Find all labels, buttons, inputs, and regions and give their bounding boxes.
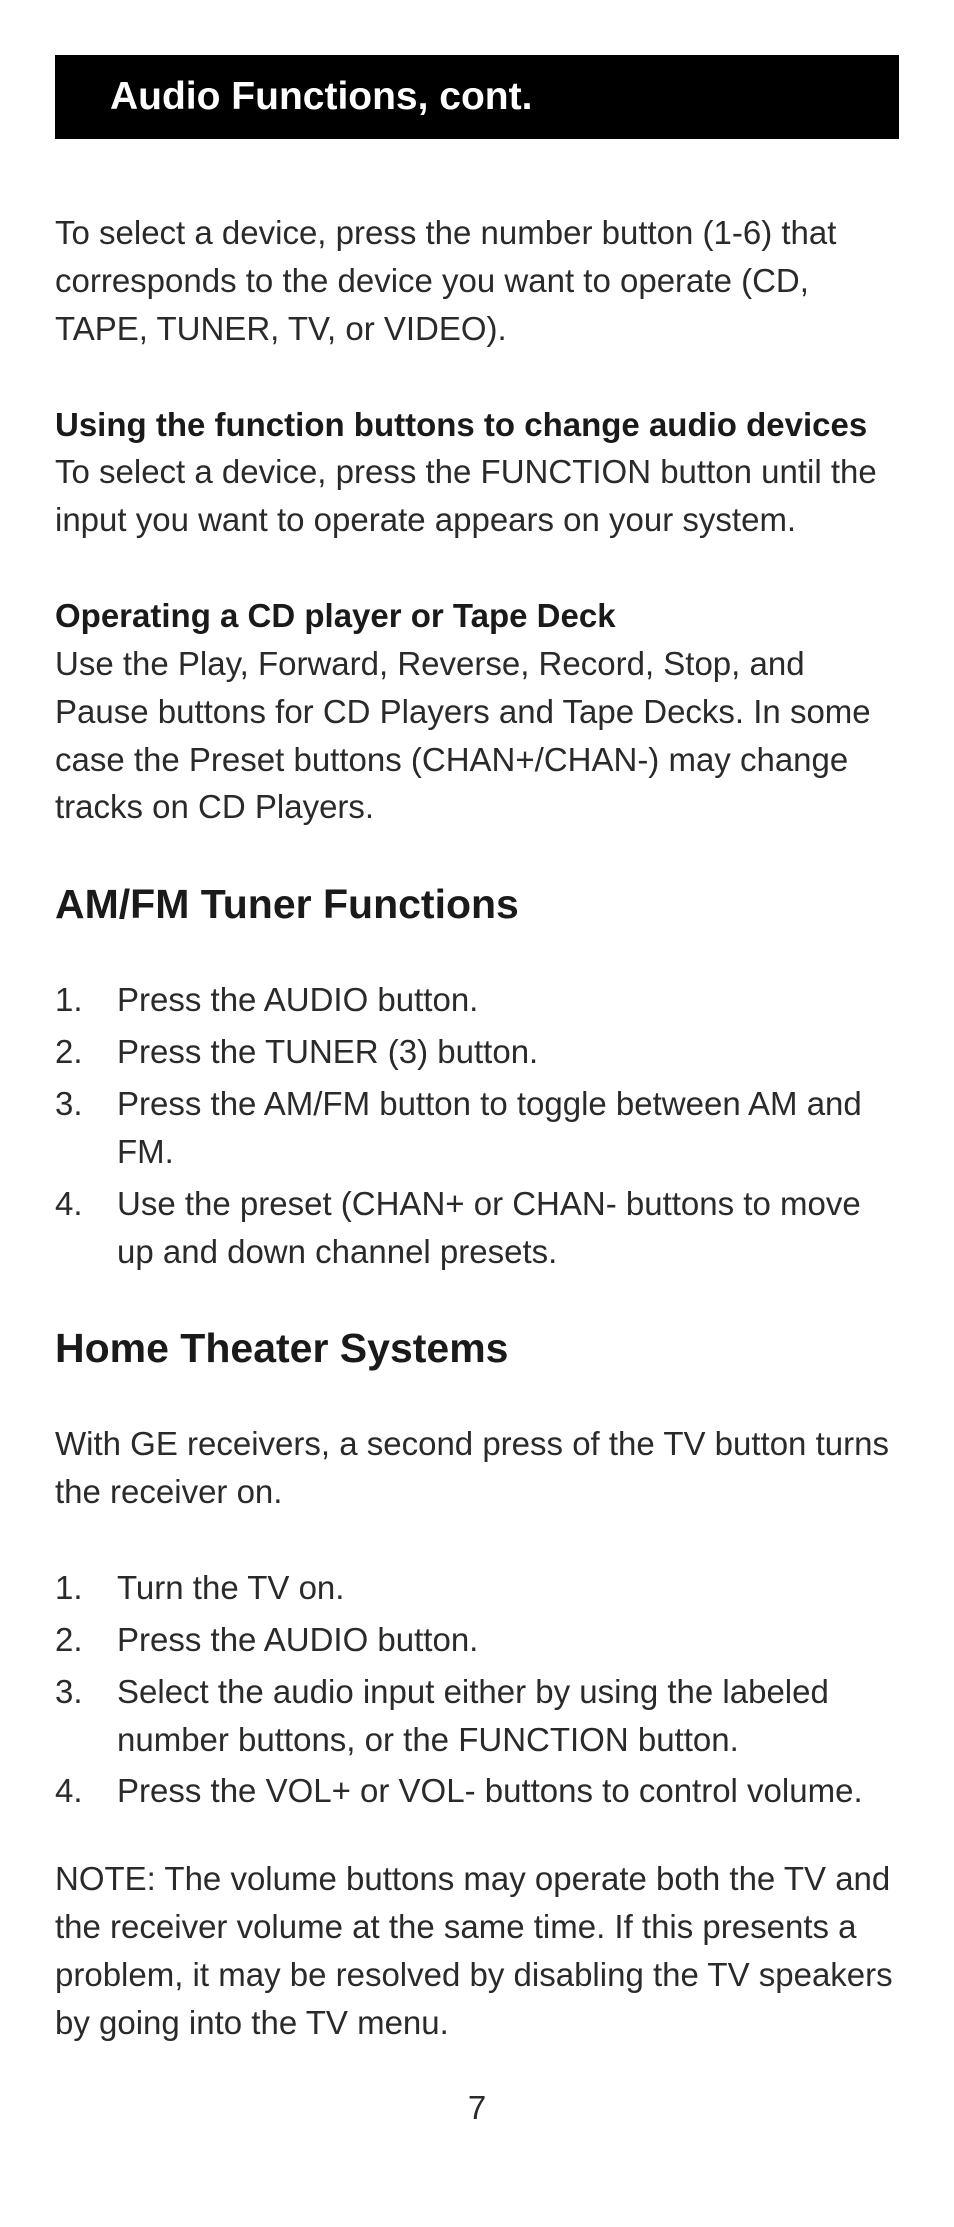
list-item: Press the AUDIO button. — [55, 1616, 899, 1664]
section-heading-function: Using the function buttons to change aud… — [55, 401, 899, 449]
section-heading-cd: Operating a CD player or Tape Deck — [55, 592, 899, 640]
list-item: Press the TUNER (3) button. — [55, 1028, 899, 1076]
page-number: 7 — [0, 2089, 954, 2127]
list-item: Select the audio input either by using t… — [55, 1668, 899, 1764]
list-item: Press the AUDIO button. — [55, 976, 899, 1024]
tuner-steps-list: Press the AUDIO button. Press the TUNER … — [55, 976, 899, 1275]
home-theater-heading: Home Theater Systems — [55, 1325, 899, 1372]
header-title: Audio Functions, cont. — [110, 75, 532, 118]
section-function-buttons: Using the function buttons to change aud… — [55, 401, 899, 545]
list-item: Press the AM/FM button to toggle between… — [55, 1080, 899, 1176]
page-header: Audio Functions, cont. — [55, 55, 899, 139]
list-item: Press the VOL+ or VOL- buttons to contro… — [55, 1767, 899, 1815]
section-text-cd: Use the Play, Forward, Reverse, Record, … — [55, 645, 871, 826]
home-theater-intro: With GE receivers, a second press of the… — [55, 1420, 899, 1516]
list-item: Turn the TV on. — [55, 1564, 899, 1612]
list-item: Use the preset (CHAN+ or CHAN- buttons t… — [55, 1180, 899, 1276]
tuner-heading: AM/FM Tuner Functions — [55, 881, 899, 928]
section-cd-tape: Operating a CD player or Tape Deck Use t… — [55, 592, 899, 831]
home-theater-steps-list: Turn the TV on. Press the AUDIO button. … — [55, 1564, 899, 1815]
section-text-function: To select a device, press the FUNCTION b… — [55, 453, 877, 538]
home-theater-note: NOTE: The volume buttons may operate bot… — [55, 1855, 899, 2046]
intro-paragraph: To select a device, press the number but… — [55, 209, 899, 353]
